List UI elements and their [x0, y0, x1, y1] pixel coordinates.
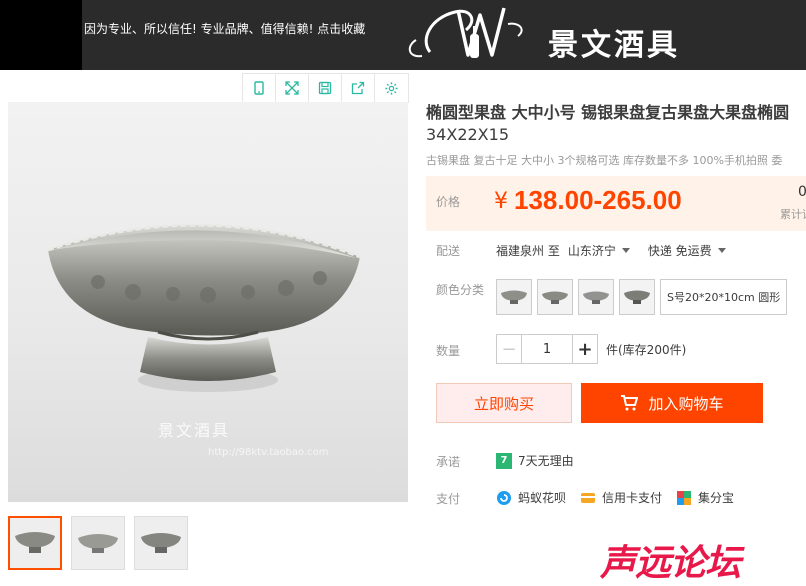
stock-text: 件(库存200件)	[606, 342, 687, 357]
color-option-2[interactable]	[537, 279, 573, 315]
product-title-dimensions: 34X22X15	[426, 125, 509, 144]
header-left-block	[0, 0, 82, 70]
header-slogan[interactable]: 因为专业、所以信任! 专业品牌、值得信赖! 点击收藏	[84, 20, 365, 37]
color-option-4[interactable]	[619, 279, 655, 315]
color-label: 颜色分类	[436, 283, 485, 297]
color-option-1[interactable]	[496, 279, 532, 315]
thumbnail-strip	[8, 516, 188, 570]
thumbnail-2[interactable]	[71, 516, 125, 570]
image-toolbar	[242, 73, 409, 103]
price-currency: ¥	[494, 189, 508, 214]
ship-to-select[interactable]: 山东济宁	[568, 242, 616, 259]
payment-credit-card-label: 信用卡支付	[602, 491, 663, 505]
payment-jifenbao-label: 集分宝	[698, 491, 735, 505]
seven-days-icon: 7	[496, 452, 512, 469]
promise-info: 7 7天无理由	[496, 452, 574, 469]
product-title: 椭圆型果盘 大中小号 锡银果盘复古果盘大果盘椭圆	[426, 103, 790, 122]
cart-icon	[621, 395, 639, 411]
payment-label: 支付	[436, 492, 461, 506]
forum-watermark: 声远论坛	[600, 543, 741, 584]
price-box: 价格 ¥ 138.00-265.00 0 累计评	[426, 176, 806, 231]
add-to-cart-button[interactable]: 加入购物车	[581, 383, 763, 423]
huabei-icon	[497, 490, 511, 505]
thumbnail-3[interactable]	[134, 516, 188, 570]
quantity-stepper: − 1 + 件(库存200件)	[496, 334, 686, 364]
payment-huabei[interactable]: 蚂蚁花呗	[496, 489, 566, 506]
product-main-image[interactable]: 景文酒具 http://98ktv.taobao.com	[8, 102, 408, 502]
chevron-down-icon[interactable]	[717, 248, 726, 253]
credit-card-icon	[581, 492, 596, 503]
image-watermark-url: http://98ktv.taobao.com	[208, 447, 329, 458]
ship-method-select[interactable]: 快递 免运费	[648, 242, 712, 259]
color-option-text[interactable]: S号20*20*10cm 圆形	[660, 279, 788, 315]
color-option-3[interactable]	[578, 279, 614, 315]
save-icon[interactable]	[309, 74, 342, 102]
jifenbao-icon	[677, 490, 692, 505]
shipping-label: 配送	[436, 244, 461, 258]
shop-header: 因为专业、所以信任! 专业品牌、值得信赖! 点击收藏 景文酒具	[0, 0, 806, 70]
expand-icon[interactable]	[276, 74, 309, 102]
payment-methods: 蚂蚁花呗 信用卡支付 集分宝	[496, 489, 748, 506]
price-value: 138.00-265.00	[514, 185, 682, 215]
settings-icon[interactable]	[375, 74, 408, 102]
ship-from: 福建泉州 至	[496, 244, 560, 258]
image-watermark: 景文酒具	[158, 421, 231, 440]
sold-count: 0	[798, 184, 806, 200]
increase-button[interactable]: +	[572, 334, 598, 364]
quantity-input[interactable]: 1	[522, 334, 572, 364]
thumbnail-1[interactable]	[8, 516, 62, 570]
promise-label: 承诺	[436, 455, 461, 469]
fruit-bowl-picture	[47, 223, 361, 392]
chevron-down-icon[interactable]	[621, 248, 630, 253]
color-options: S号20*20*10cm 圆形	[496, 279, 788, 315]
quantity-label: 数量	[436, 344, 461, 358]
payment-jifenbao[interactable]: 集分宝	[676, 489, 734, 506]
share-icon[interactable]	[342, 74, 375, 102]
payment-credit-card[interactable]: 信用卡支付	[580, 489, 662, 506]
add-to-cart-label: 加入购物车	[648, 394, 724, 413]
promise-text[interactable]: 7天无理由	[518, 452, 574, 469]
payment-huabei-label: 蚂蚁花呗	[518, 491, 567, 505]
phone-icon[interactable]	[243, 74, 276, 102]
buy-now-button[interactable]: 立即购买	[436, 383, 572, 423]
sold-label: 累计评	[780, 208, 806, 221]
shop-logo-text: 景文酒具	[548, 28, 680, 63]
decrease-button[interactable]: −	[496, 334, 522, 364]
shipping-info: 福建泉州 至 山东济宁 快递 免运费	[496, 242, 744, 259]
price-label: 价格	[436, 195, 461, 209]
product-subtitle: 古锡果盘 复古十足 大中小 3个规格可选 库存数量不多 100%手机拍照 委	[426, 154, 783, 167]
